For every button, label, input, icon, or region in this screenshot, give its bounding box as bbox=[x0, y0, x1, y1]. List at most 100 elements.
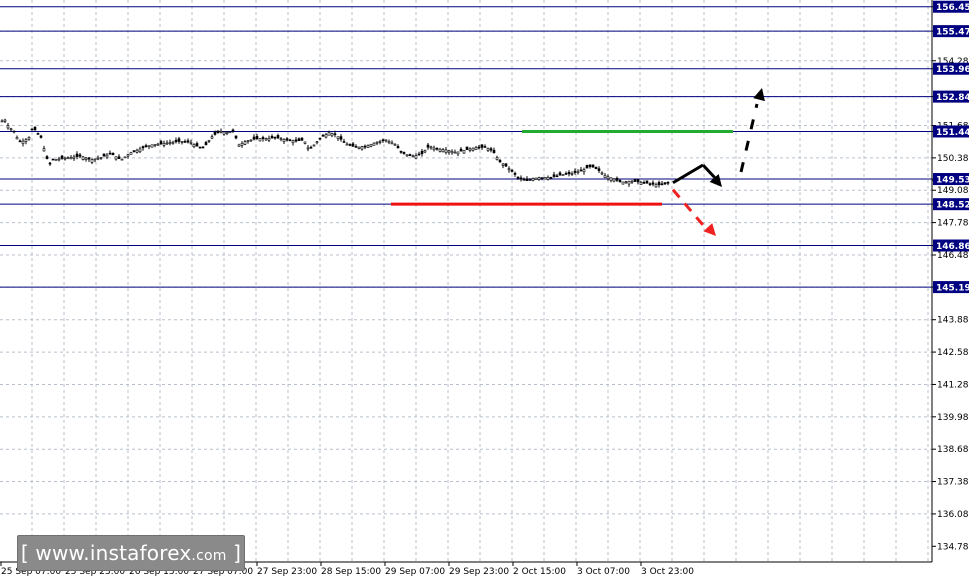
candle-body bbox=[114, 156, 118, 160]
candle-body bbox=[138, 148, 142, 153]
level-badge-label: 145.19 bbox=[936, 284, 971, 294]
time-tick-label: 2 Oct 15:00 bbox=[513, 567, 566, 577]
level-badge-label: 149.53 bbox=[936, 176, 971, 186]
price-tick-label: 146.48 bbox=[937, 251, 969, 261]
level-badges: 156.45 155.47 153.96 152.84 151.44 149.53 148.… bbox=[933, 0, 971, 294]
candle-body bbox=[192, 144, 196, 148]
candle-body bbox=[252, 136, 256, 140]
time-tick-label: 29 Sep 23:00 bbox=[449, 567, 509, 577]
candle-body bbox=[327, 132, 331, 136]
price-chart[interactable]: 156.45155.47154.28153.96152.84151.68151.… bbox=[0, 0, 976, 584]
candle-body bbox=[159, 141, 163, 144]
candle-body bbox=[408, 154, 412, 157]
candle-body bbox=[402, 151, 406, 154]
candle-body bbox=[15, 137, 19, 140]
candle-body bbox=[459, 148, 463, 152]
candle-body bbox=[399, 150, 403, 153]
candle-body bbox=[117, 156, 121, 159]
candle-body bbox=[189, 142, 193, 144]
candle-body bbox=[177, 138, 181, 142]
candle-body bbox=[231, 129, 235, 132]
candle-body bbox=[243, 141, 247, 145]
candle-body bbox=[237, 144, 241, 147]
candle-body bbox=[582, 169, 586, 173]
candle-body bbox=[624, 181, 628, 183]
candle-body bbox=[477, 146, 481, 149]
candle-body bbox=[345, 143, 349, 146]
candle-body bbox=[273, 136, 277, 139]
candle-body bbox=[300, 137, 304, 141]
candle-body bbox=[636, 179, 640, 183]
candle-body bbox=[453, 151, 457, 154]
candle-body bbox=[201, 146, 205, 149]
candle-body bbox=[312, 144, 316, 147]
candle-body bbox=[576, 171, 580, 174]
candle-body bbox=[36, 133, 40, 135]
candle-body bbox=[417, 153, 421, 156]
candle-body bbox=[564, 173, 568, 175]
level-badge-label: 153.96 bbox=[936, 65, 971, 75]
candle-body bbox=[468, 148, 472, 151]
candle-body bbox=[642, 182, 646, 184]
candle-body bbox=[420, 150, 424, 155]
candle-body bbox=[480, 144, 484, 148]
candle-body bbox=[144, 145, 148, 148]
candle-body bbox=[513, 172, 517, 175]
time-tick-label: 3 Oct 23:00 bbox=[641, 567, 694, 577]
candle-body bbox=[414, 155, 418, 159]
price-tick-label: 142.58 bbox=[937, 348, 969, 358]
candle-body bbox=[105, 154, 109, 158]
candle-body bbox=[462, 150, 466, 154]
candle-body bbox=[372, 142, 376, 146]
candle-body bbox=[639, 181, 643, 185]
candle-body bbox=[48, 162, 52, 165]
candle-body bbox=[261, 137, 265, 139]
candle-body bbox=[489, 148, 493, 151]
candle-body bbox=[132, 150, 136, 152]
candle-body bbox=[363, 145, 367, 148]
candle-body bbox=[30, 128, 34, 131]
candle-body bbox=[153, 144, 157, 146]
candle-body bbox=[567, 171, 571, 175]
candle-body bbox=[534, 177, 538, 180]
candle-body bbox=[234, 135, 238, 139]
candle-body bbox=[66, 157, 70, 160]
candle-body bbox=[111, 152, 115, 156]
candle-body bbox=[660, 183, 664, 186]
candle-body bbox=[285, 138, 289, 141]
candle-body bbox=[297, 138, 301, 142]
candle-body bbox=[90, 159, 94, 163]
candle-body bbox=[225, 131, 229, 134]
candle-body bbox=[69, 157, 73, 160]
price-tick-label: 134.78 bbox=[937, 542, 969, 552]
candle-body bbox=[3, 119, 7, 122]
candle-body bbox=[123, 156, 127, 159]
candle-body bbox=[186, 140, 190, 143]
candle-body bbox=[156, 143, 160, 146]
candle-body bbox=[249, 139, 253, 142]
watermark-bracket-open: [ bbox=[20, 541, 29, 565]
candle-body bbox=[0, 120, 4, 123]
candle-body bbox=[93, 158, 97, 161]
candle-body bbox=[282, 139, 286, 142]
candle-body bbox=[294, 139, 298, 142]
time-tick-label: 29 Sep 07:00 bbox=[385, 567, 445, 577]
candle-body bbox=[510, 169, 514, 172]
candle-body bbox=[381, 139, 385, 142]
candle-body bbox=[135, 149, 139, 153]
candle-body bbox=[255, 135, 259, 139]
candle-body bbox=[492, 149, 496, 154]
price-tick-label: 138.68 bbox=[937, 445, 969, 455]
candle-body bbox=[396, 146, 400, 149]
candle-body bbox=[12, 130, 16, 133]
candle-body bbox=[540, 176, 544, 179]
candle-body bbox=[147, 145, 151, 147]
candle-body bbox=[120, 158, 124, 161]
candle-body bbox=[621, 181, 625, 185]
price-tick-label: 136.08 bbox=[937, 510, 969, 520]
candle-body bbox=[21, 140, 25, 144]
candle-body bbox=[465, 146, 469, 150]
candle-body bbox=[456, 151, 460, 155]
candle-body bbox=[63, 157, 67, 160]
candle-body bbox=[180, 141, 184, 143]
